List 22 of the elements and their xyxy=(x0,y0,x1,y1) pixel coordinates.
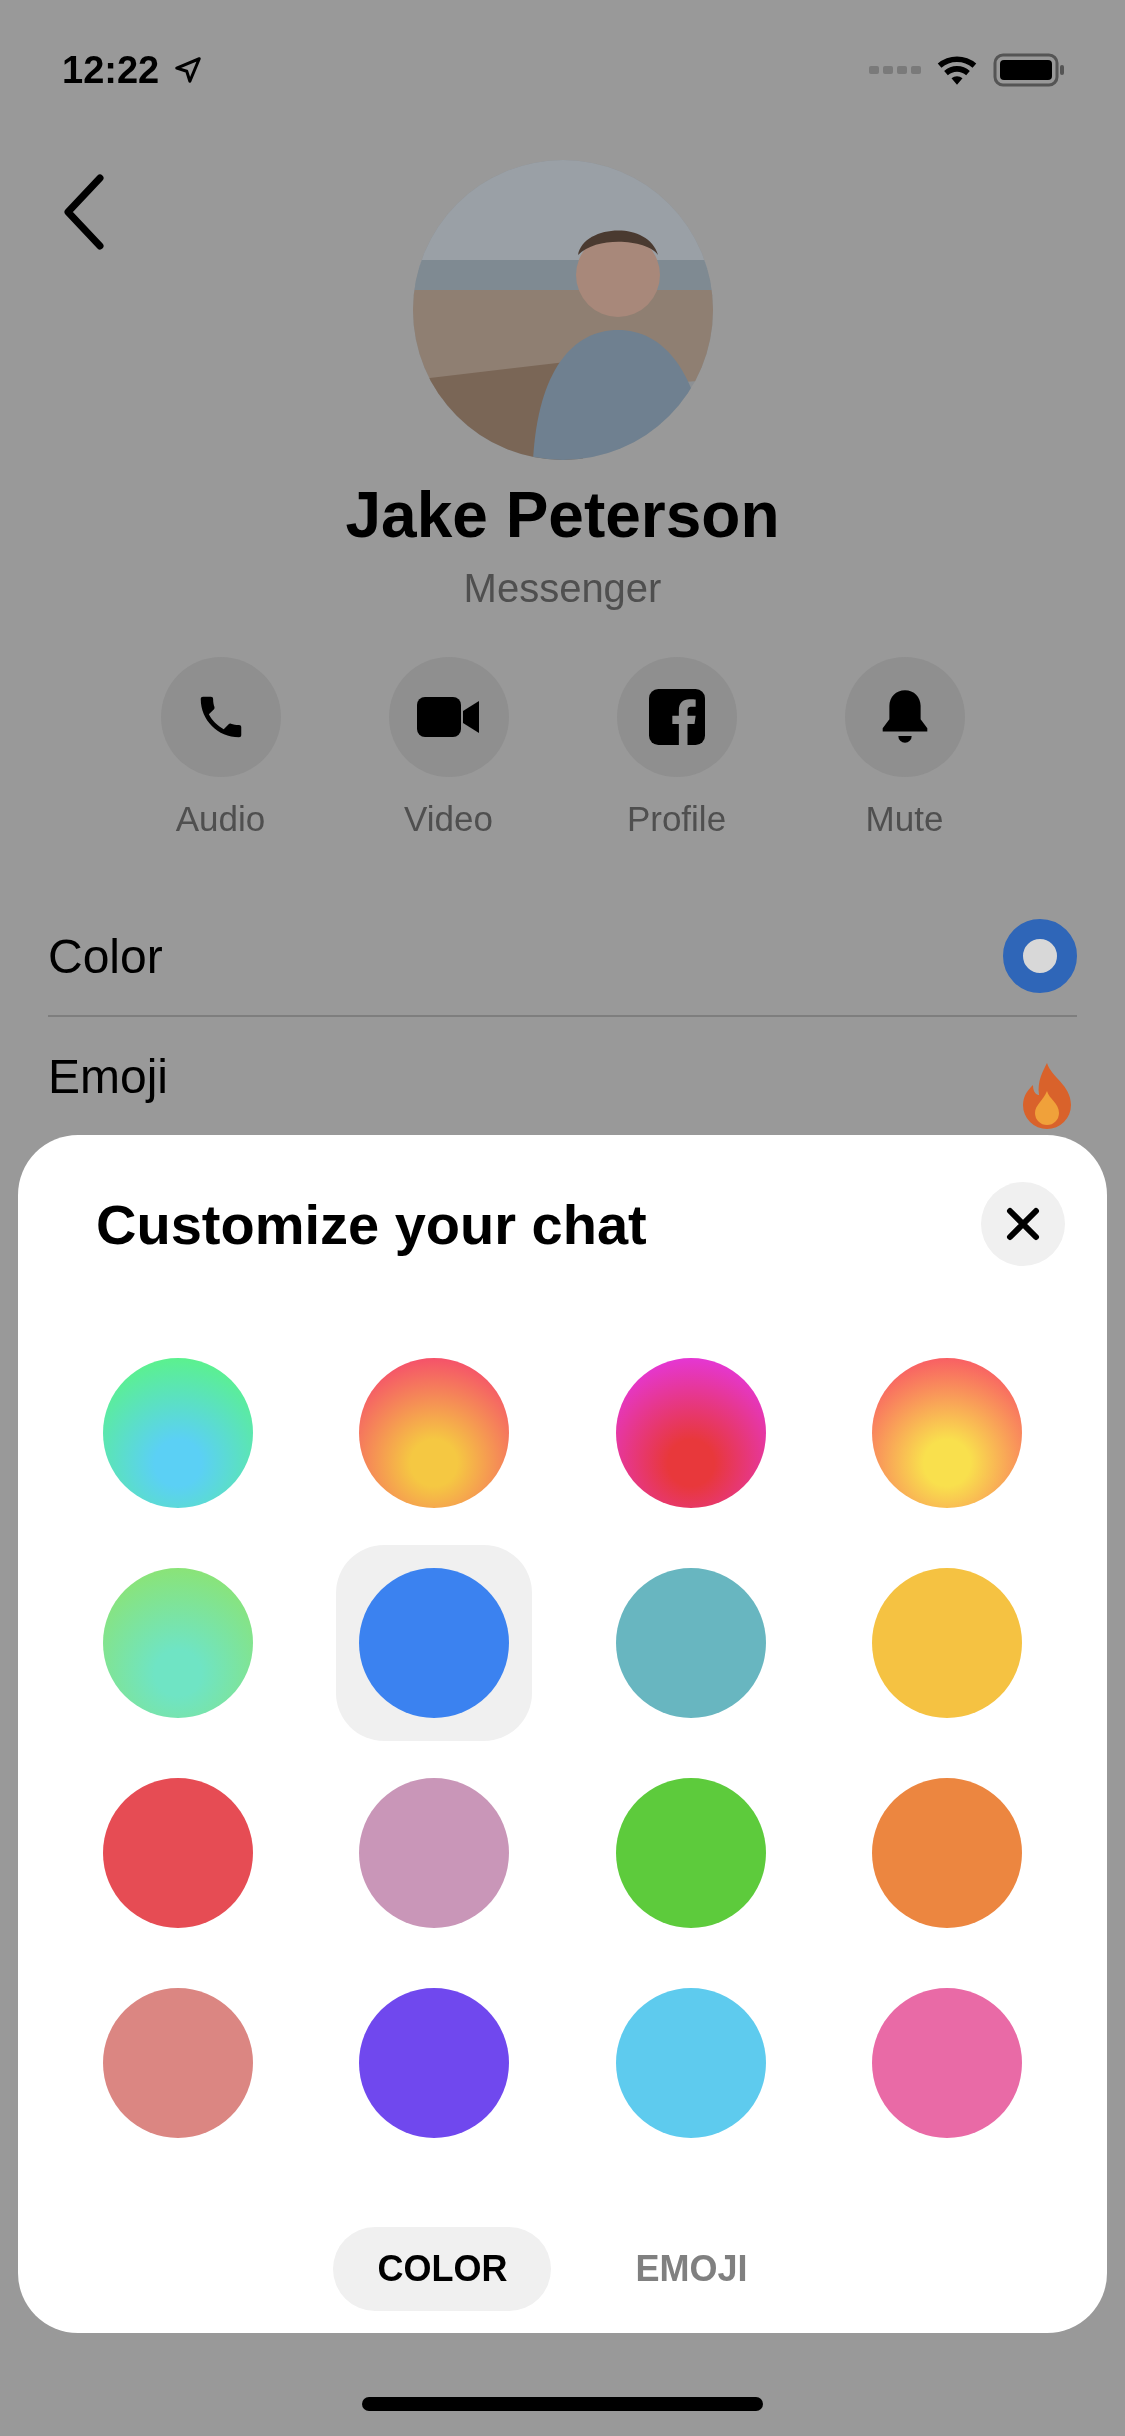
close-icon xyxy=(1006,1207,1040,1241)
setting-label[interactable]: Emoji xyxy=(48,1048,169,1104)
video-camera-icon xyxy=(416,695,481,739)
battery-icon xyxy=(993,53,1065,87)
color-ring-icon xyxy=(1003,919,1077,993)
video-action-button[interactable]: Video xyxy=(334,657,563,839)
contact-subtitle: Messenger xyxy=(463,566,662,611)
contact-name: Jake Peterson xyxy=(345,478,780,552)
profile-action-button[interactable]: Profile xyxy=(562,657,791,839)
signal-icon xyxy=(869,64,921,76)
facebook-icon xyxy=(648,689,705,745)
audio-action-button[interactable]: Audio xyxy=(106,657,335,839)
color-swatch[interactable] xyxy=(336,1545,533,1741)
location-arrow-icon xyxy=(173,55,204,85)
status-time: 12:22 xyxy=(62,48,160,92)
mute-action-button[interactable]: Mute xyxy=(790,657,1019,839)
sheet-tab[interactable]: COLOR xyxy=(333,2227,552,2311)
sheet-title: Customize your chat xyxy=(96,1191,647,1257)
setting-label[interactable]: Color xyxy=(48,928,163,984)
back-icon[interactable] xyxy=(62,174,106,250)
sheet-tab[interactable]: EMOJI xyxy=(591,2227,792,2311)
wifi-icon xyxy=(935,53,979,87)
